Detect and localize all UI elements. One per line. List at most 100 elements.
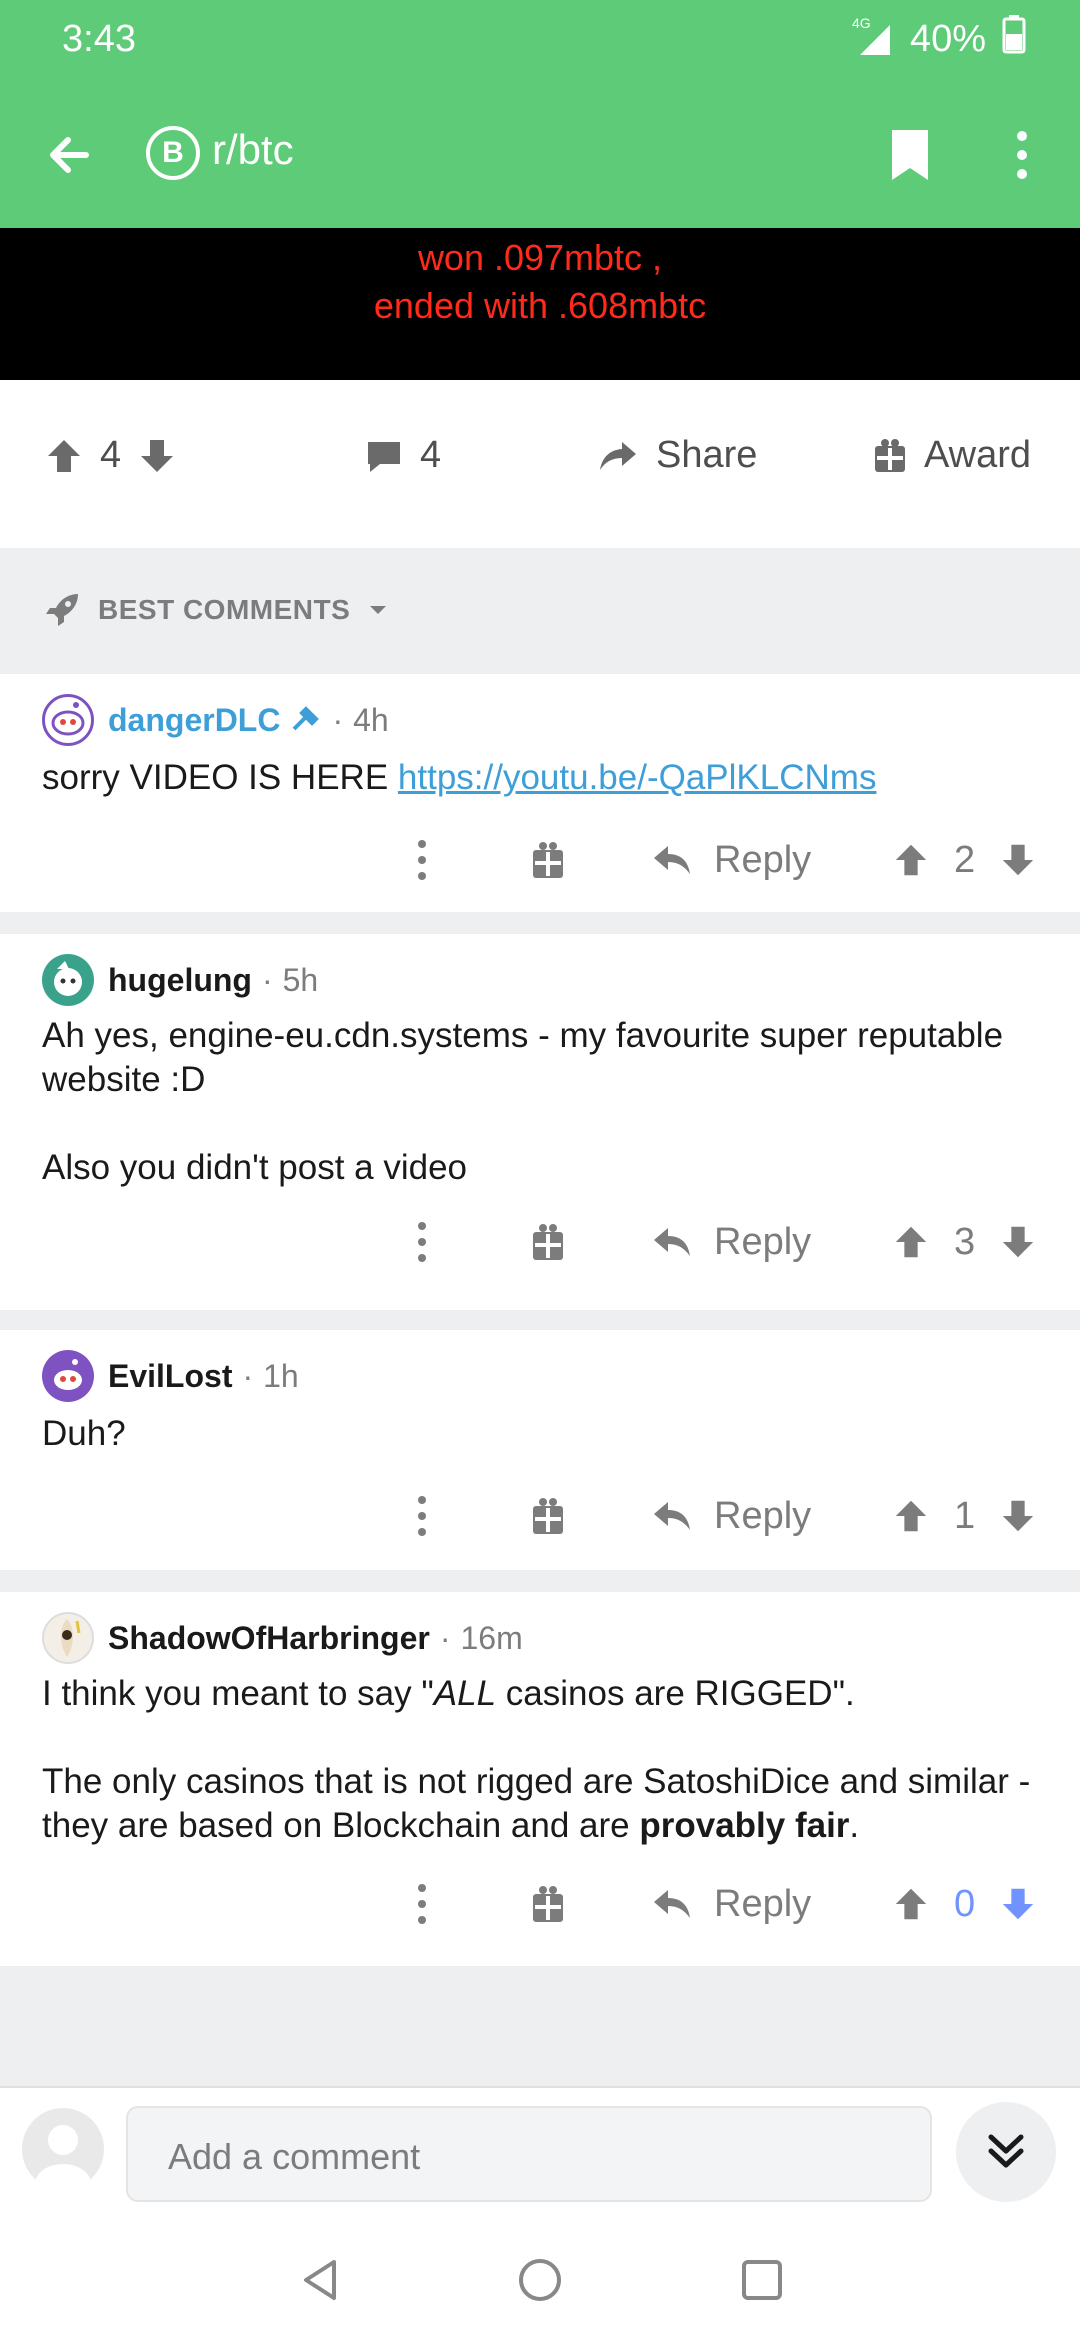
comment-author[interactable]: hugelung [108,962,252,999]
reply-button[interactable]: Reply [652,1874,811,1934]
post-image-text-2: ended with .608mbtc [373,285,707,326]
share-button[interactable]: Share [596,434,757,477]
comment-text: The only casinos that is not rigged are … [42,1762,1031,1845]
battery-icon [1002,14,1026,64]
post-score: 4 [100,434,122,476]
comment-header: hugelung · 5h [42,954,318,1006]
comment-time: 16m [460,1619,523,1656]
status-bar: 3:43 4G 40% [0,0,1080,80]
comment-meta-dot: · [439,1619,451,1656]
avatar[interactable] [42,1350,94,1402]
comment-actions: Reply 0 [0,1874,1080,1934]
more-vert-icon[interactable] [412,836,432,884]
comment-vote-group: 3 [892,1212,1037,1272]
subreddit-name[interactable]: r/btc [212,126,294,174]
gift-icon[interactable] [530,838,566,882]
nav-recents-icon[interactable] [738,2256,786,2304]
avatar[interactable] [42,954,94,1006]
nav-back-icon[interactable] [296,2256,344,2304]
post-image-text-1: won .097mbtc , [417,237,663,278]
more-vert-icon [1017,131,1027,179]
post-comment-count: 4 [420,434,442,476]
avatar[interactable] [42,694,94,746]
comment-score: 3 [954,1220,976,1263]
status-time: 3:43 [62,18,136,60]
comment-link[interactable]: https://youtu.be/-QaPlKLCNms [398,758,877,797]
toolbar: B r/btc [0,100,1080,208]
comment-header: EvilLost · 1h [42,1350,299,1402]
back-arrow-icon [50,137,89,173]
comment-score: 1 [954,1494,976,1537]
reply-icon [654,1502,690,1530]
comment-score: 2 [954,838,976,881]
comment-icon [368,441,400,472]
comment-text: I think you meant to say " [42,1674,434,1713]
rocket-icon [46,594,78,626]
subreddit-icon[interactable]: B [146,126,200,180]
comment-author[interactable]: dangerDLC [108,702,280,739]
comment-author[interactable]: EvilLost [108,1358,232,1395]
comment-paragraph: Also you didn't post a video [42,1148,468,1187]
reply-button[interactable]: Reply [652,830,811,890]
gift-icon[interactable] [530,1494,566,1538]
reply-icon [654,1228,690,1256]
add-comment-input[interactable]: Add a comment [126,2106,932,2202]
comment: hugelung · 5h Ah yes, engine-eu.cdn.syst… [0,934,1080,1310]
gift-icon[interactable] [530,1882,566,1926]
status-indicators: 4G 40% [842,14,1026,64]
upvote-icon[interactable] [892,1223,930,1261]
more-vert-icon[interactable] [412,1218,432,1266]
comment-vote-group: 1 [892,1486,1037,1546]
downvote-icon[interactable] [137,436,177,476]
post-vote-group: 4 [44,434,177,477]
comment-header: ShadowOfHarbringer · 16m [42,1612,523,1664]
downvote-icon[interactable] [999,1497,1037,1535]
avatar[interactable] [42,1612,94,1664]
next-comment-button[interactable] [956,2102,1056,2202]
reply-label: Reply [714,1220,812,1263]
back-button[interactable] [38,120,108,190]
upvote-icon[interactable] [44,436,84,476]
comment-bold: provably fair [639,1806,850,1845]
user-avatar[interactable] [22,2108,104,2190]
comment-body: I think you meant to say "ALL casinos ar… [42,1672,1052,1848]
save-post-button[interactable] [880,124,940,186]
comment-body: Ah yes, engine-eu.cdn.systems - my favou… [42,1014,1052,1190]
award-button[interactable]: Award [872,434,1031,477]
more-vert-icon[interactable] [412,1880,432,1928]
comment-sort-bar: BEST COMMENTS [0,548,1080,674]
downvote-icon[interactable] [999,1885,1037,1923]
award-label: Award [924,434,1032,476]
comment-author[interactable]: ShadowOfHarbringer [108,1620,430,1657]
share-icon [600,441,636,470]
comment-time: 5h [282,961,319,998]
upvote-icon[interactable] [892,1885,930,1923]
upvote-icon[interactable] [892,841,930,879]
more-vert-icon[interactable] [412,1492,432,1540]
comment-time: 1h [263,1357,299,1394]
gift-icon[interactable] [530,1220,566,1264]
nav-home-icon[interactable] [516,2256,564,2304]
comment-actions: Reply 2 [0,830,1080,890]
reply-button[interactable]: Reply [652,1212,811,1272]
upvote-icon[interactable] [892,1497,930,1535]
comment-header: dangerDLC · 4h [42,694,389,746]
post-comments-button[interactable]: 4 [364,434,441,477]
comment: EvilLost · 1h Duh? Reply 1 [0,1330,1080,1570]
app-header: 3:43 4G 40% B r/btc [0,0,1080,228]
comment-sort-button[interactable]: BEST COMMENTS [42,590,390,630]
reply-button[interactable]: Reply [652,1486,811,1546]
overflow-menu-button[interactable] [1000,124,1044,186]
double-chevron-down-icon [988,2134,1024,2168]
comment: dangerDLC · 4h sorry VIDEO IS HERE https… [0,674,1080,912]
downvote-icon[interactable] [999,841,1037,879]
comment-emphasis: ALL [433,1674,497,1713]
comment-text: sorry VIDEO IS HERE [42,758,398,797]
comment-vote-group: 2 [892,830,1037,890]
comment-paragraph: Duh? [42,1414,126,1453]
post-image[interactable]: won .097mbtc , ended with .608mbtc [0,228,1080,380]
downvote-icon[interactable] [999,1223,1037,1261]
comment-text: casinos are RIGGED". [496,1674,855,1713]
comment-actions: Reply 3 [0,1212,1080,1272]
comment-time: 4h [353,701,389,738]
